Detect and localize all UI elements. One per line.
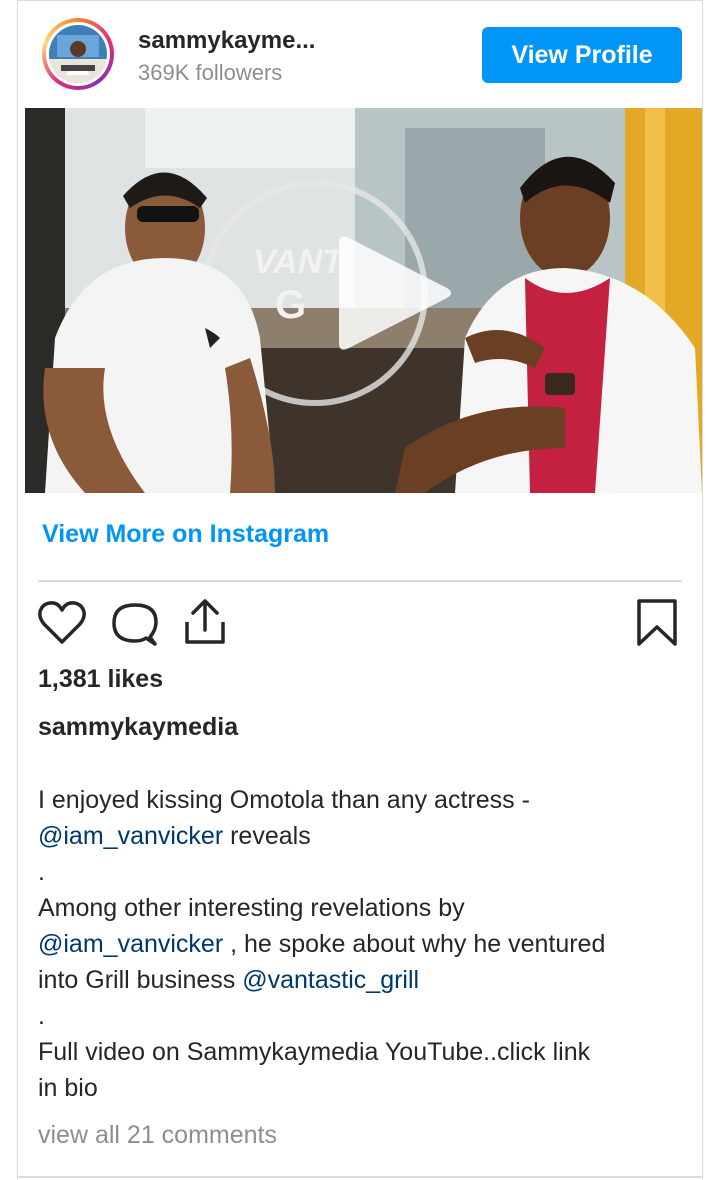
caption-line: .	[38, 1002, 45, 1030]
card-bottom-border	[17, 1176, 703, 1178]
likes-count: 1,381 likes	[38, 665, 164, 693]
caption-line: @iam_vanvicker , he spoke about why he v…	[38, 930, 606, 958]
caption-line: in bio	[38, 1074, 98, 1102]
mention-link[interactable]: @iam_vanvicker	[38, 930, 223, 958]
divider	[38, 580, 682, 582]
sign-subtext: G	[275, 283, 306, 327]
view-more-link[interactable]: View More on Instagram	[42, 520, 329, 549]
caption-line: .	[38, 858, 45, 886]
avatar-image	[49, 25, 107, 83]
comment-icon[interactable]	[110, 600, 160, 648]
header-username[interactable]: sammykayme...	[138, 27, 315, 55]
caption-line: I enjoyed kissing Omotola than any actre…	[38, 786, 530, 814]
followers-count: 369K followers	[138, 60, 283, 85]
mention-link[interactable]: @iam_vanvicker	[38, 822, 223, 850]
post-caption: I enjoyed kissing Omotola than any actre…	[38, 782, 678, 1106]
share-icon[interactable]	[180, 596, 230, 648]
caption-line: Among other interesting revelations by	[38, 894, 465, 922]
caption-line: Full video on Sammykaymedia YouTube..cli…	[38, 1038, 591, 1066]
play-icon[interactable]	[325, 233, 455, 353]
caption-line: @iam_vanvicker reveals	[38, 822, 311, 850]
post-video[interactable]: VANT G	[25, 108, 702, 493]
bookmark-icon[interactable]	[634, 597, 680, 649]
heart-icon[interactable]	[37, 600, 87, 646]
avatar[interactable]	[42, 18, 114, 90]
caption-username[interactable]: sammykaymedia	[38, 713, 238, 742]
caption-line: into Grill business @vantastic_grill	[38, 966, 420, 994]
view-profile-button[interactable]: View Profile	[482, 27, 682, 83]
view-comments-link[interactable]: view all 21 comments	[38, 1121, 277, 1150]
mention-link[interactable]: @vantastic_grill	[242, 966, 419, 994]
